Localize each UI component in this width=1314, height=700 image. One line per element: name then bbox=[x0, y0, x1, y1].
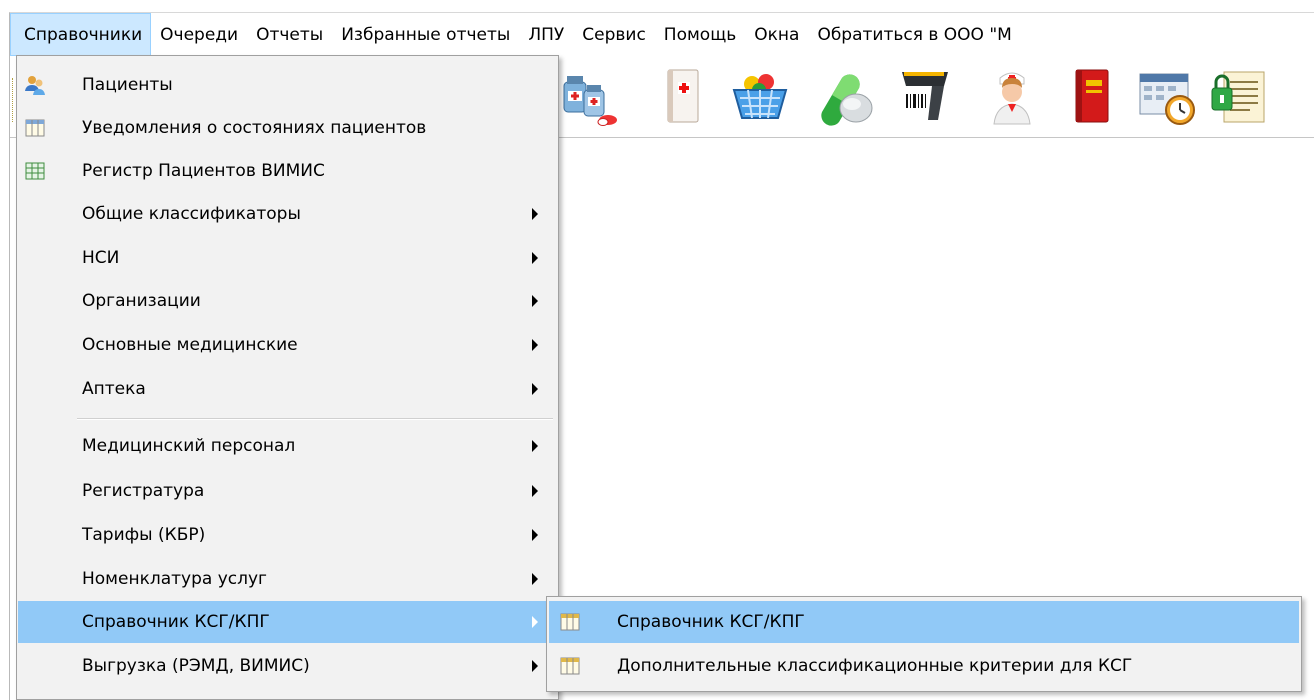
spravochniki-dropdown-menu: Пациенты Уведомления о состояниях пациен… bbox=[16, 55, 559, 700]
menu-item-label: Регистр Пациентов ВИМИС bbox=[82, 161, 325, 181]
submenu-item-label: Дополнительные классификационные критери… bbox=[617, 656, 1133, 676]
menu-separator-highlight bbox=[77, 419, 553, 420]
menu-item-nomenklatura-uslug[interactable]: Номенклатура услуг bbox=[18, 558, 557, 600]
menubar-item-spravochniki[interactable]: Справочники bbox=[10, 13, 152, 56]
menubar-item-servis[interactable]: Сервис bbox=[573, 13, 655, 56]
menubar-item-izbrannye-otchety[interactable]: Избранные отчеты bbox=[332, 13, 519, 56]
menu-item-registratura[interactable]: Регистратура bbox=[18, 470, 557, 512]
menu-item-label: Пациенты bbox=[82, 75, 173, 95]
menu-item-label: Номенклатура услуг bbox=[82, 569, 267, 589]
menu-item-nsi[interactable]: НСИ bbox=[18, 237, 557, 279]
menu-item-uvedomleniya[interactable]: Уведомления о состояниях пациентов bbox=[18, 107, 557, 149]
submenu-arrow-icon bbox=[532, 339, 538, 351]
submenu-arrow-icon bbox=[532, 383, 538, 395]
first-aid-book-icon[interactable] bbox=[652, 64, 716, 128]
submenu-arrow-icon bbox=[532, 252, 538, 264]
menu-item-label: НСИ bbox=[82, 248, 120, 268]
menu-item-registr-vimis[interactable]: Регистр Пациентов ВИМИС bbox=[18, 150, 557, 192]
schedule-clock-icon[interactable] bbox=[1136, 64, 1200, 128]
menu-item-vygruzka[interactable]: Выгрузка (РЭМД, ВИМИС) bbox=[18, 645, 557, 687]
menubar-item-obratitsya[interactable]: Обратиться в ООО "М bbox=[808, 13, 1020, 56]
menu-item-label: Тарифы (КБР) bbox=[82, 525, 206, 545]
submenu-arrow-icon bbox=[532, 295, 538, 307]
menu-bar: Справочники Очереди Отчеты Избранные отч… bbox=[10, 13, 1314, 56]
menu-item-osnovnye-meditsinskie[interactable]: Основные медицинские bbox=[18, 324, 557, 366]
menubar-item-lpu[interactable]: ЛПУ bbox=[519, 13, 573, 56]
menubar-item-otchety[interactable]: Отчеты bbox=[247, 13, 332, 56]
menu-item-label: Аптека bbox=[82, 379, 146, 399]
submenu-arrow-icon bbox=[532, 485, 538, 497]
table-icon bbox=[560, 657, 580, 675]
barcode-scanner-icon[interactable] bbox=[894, 64, 958, 128]
submenu-item-spravochnik-ksg-kpg[interactable]: Справочник КСГ/КПГ bbox=[549, 601, 1299, 643]
menu-item-label: Общие классификаторы bbox=[82, 204, 301, 224]
submenu-arrow-icon bbox=[532, 616, 538, 628]
ksg-kpg-submenu: Справочник КСГ/КПГ Дополнительные класси… bbox=[546, 596, 1302, 692]
pill-basket-icon[interactable] bbox=[728, 64, 792, 128]
capsules-icon[interactable] bbox=[812, 64, 876, 128]
submenu-arrow-icon bbox=[532, 573, 538, 585]
submenu-arrow-icon bbox=[532, 529, 538, 541]
submenu-arrow-icon bbox=[532, 208, 538, 220]
red-book-icon[interactable] bbox=[1060, 64, 1124, 128]
menubar-item-ocheredi[interactable]: Очереди bbox=[151, 13, 247, 56]
menu-item-label: Основные медицинские bbox=[82, 335, 298, 355]
menubar-item-okna[interactable]: Окна bbox=[745, 13, 808, 56]
submenu-arrow-icon bbox=[532, 440, 538, 452]
menu-item-apteka[interactable]: Аптека bbox=[18, 368, 557, 410]
table-icon bbox=[560, 613, 580, 631]
menu-item-label: Выгрузка (РЭМД, ВИМИС) bbox=[82, 656, 310, 676]
submenu-item-label: Справочник КСГ/КПГ bbox=[617, 612, 805, 632]
menu-item-label: Справочник КСГ/КПГ bbox=[82, 612, 270, 632]
menu-item-organizatsii[interactable]: Организации bbox=[18, 280, 557, 322]
patients-icon bbox=[25, 76, 45, 95]
spreadsheet-icon bbox=[25, 162, 45, 180]
menubar-item-pomoshch[interactable]: Помощь bbox=[655, 13, 745, 56]
menu-item-spravochnik-ksg-kpg[interactable]: Справочник КСГ/КПГ bbox=[18, 601, 557, 643]
submenu-item-dop-kriterii-ksg[interactable]: Дополнительные классификационные критери… bbox=[549, 645, 1299, 687]
medicine-bottles-icon[interactable] bbox=[558, 64, 622, 128]
submenu-arrow-icon bbox=[532, 660, 538, 672]
nurse-icon[interactable] bbox=[980, 64, 1044, 128]
document-lock-icon[interactable] bbox=[1206, 64, 1270, 128]
menu-item-label: Медицинский персонал bbox=[82, 436, 296, 456]
menu-item-tarify-kbr[interactable]: Тарифы (КБР) bbox=[18, 514, 557, 556]
menu-item-label: Организации bbox=[82, 291, 201, 311]
menu-item-obshchie-klassifikatory[interactable]: Общие классификаторы bbox=[18, 193, 557, 235]
menu-item-label: Регистратура bbox=[82, 481, 205, 501]
table-icon bbox=[25, 119, 45, 137]
menu-item-label: Уведомления о состояниях пациентов bbox=[82, 118, 427, 138]
menu-item-meditsinskiy-personal[interactable]: Медицинский персонал bbox=[18, 425, 557, 467]
menu-item-patsienty[interactable]: Пациенты bbox=[18, 64, 557, 106]
